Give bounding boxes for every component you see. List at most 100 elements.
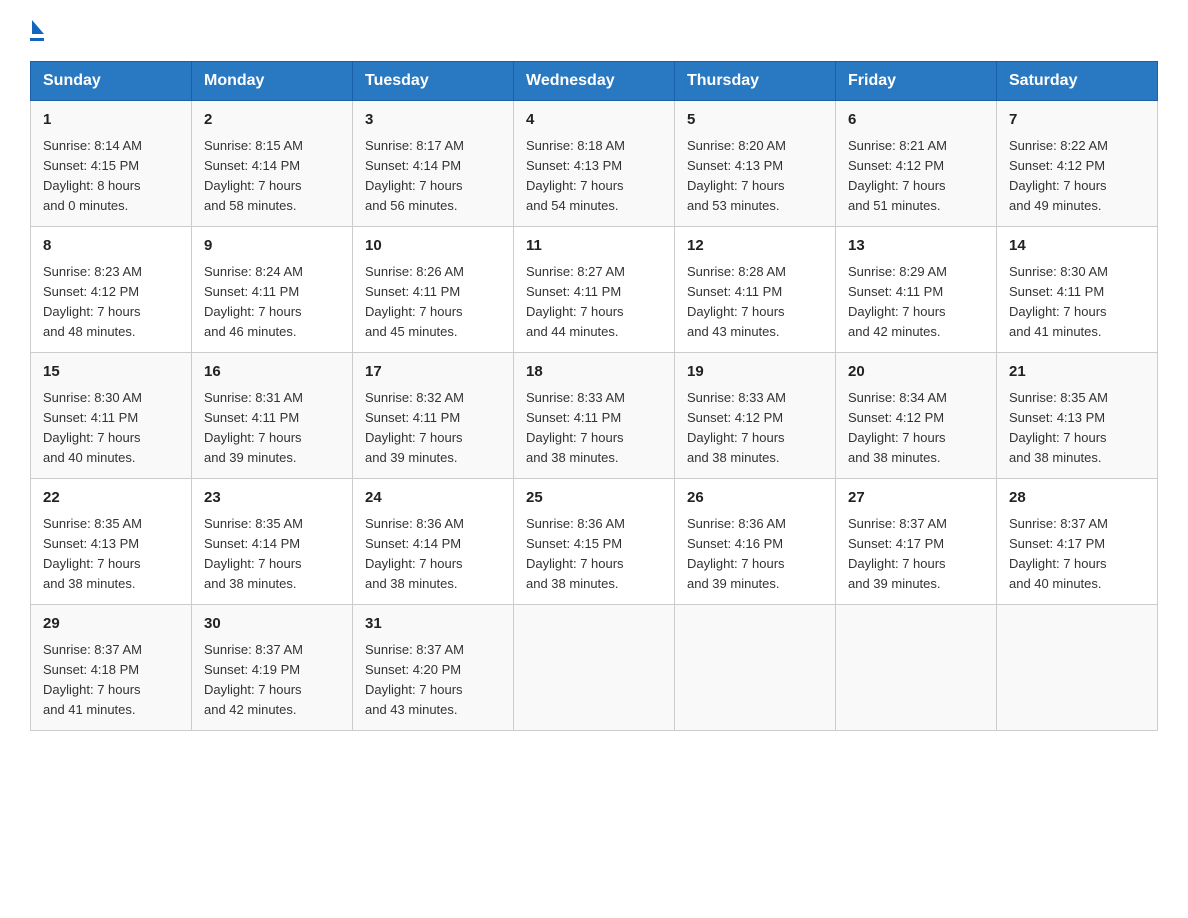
day-cell: 22 Sunrise: 8:35 AMSunset: 4:13 PMDaylig…	[31, 479, 192, 605]
day-number: 10	[365, 235, 501, 258]
day-cell	[675, 605, 836, 731]
day-number: 8	[43, 235, 179, 258]
day-info: Sunrise: 8:18 AMSunset: 4:13 PMDaylight:…	[526, 138, 625, 213]
day-info: Sunrise: 8:37 AMSunset: 4:17 PMDaylight:…	[1009, 516, 1108, 591]
day-cell: 26 Sunrise: 8:36 AMSunset: 4:16 PMDaylig…	[675, 479, 836, 605]
day-cell: 5 Sunrise: 8:20 AMSunset: 4:13 PMDayligh…	[675, 101, 836, 227]
calendar-table: SundayMondayTuesdayWednesdayThursdayFrid…	[30, 61, 1158, 731]
day-info: Sunrise: 8:33 AMSunset: 4:12 PMDaylight:…	[687, 390, 786, 465]
day-info: Sunrise: 8:37 AMSunset: 4:17 PMDaylight:…	[848, 516, 947, 591]
day-info: Sunrise: 8:30 AMSunset: 4:11 PMDaylight:…	[43, 390, 142, 465]
day-cell	[836, 605, 997, 731]
day-info: Sunrise: 8:34 AMSunset: 4:12 PMDaylight:…	[848, 390, 947, 465]
day-number: 3	[365, 109, 501, 132]
week-row-2: 8 Sunrise: 8:23 AMSunset: 4:12 PMDayligh…	[31, 227, 1158, 353]
week-row-4: 22 Sunrise: 8:35 AMSunset: 4:13 PMDaylig…	[31, 479, 1158, 605]
day-number: 21	[1009, 361, 1145, 384]
day-cell: 23 Sunrise: 8:35 AMSunset: 4:14 PMDaylig…	[192, 479, 353, 605]
day-cell: 27 Sunrise: 8:37 AMSunset: 4:17 PMDaylig…	[836, 479, 997, 605]
day-number: 5	[687, 109, 823, 132]
day-info: Sunrise: 8:28 AMSunset: 4:11 PMDaylight:…	[687, 264, 786, 339]
day-cell: 31 Sunrise: 8:37 AMSunset: 4:20 PMDaylig…	[353, 605, 514, 731]
week-row-1: 1 Sunrise: 8:14 AMSunset: 4:15 PMDayligh…	[31, 101, 1158, 227]
day-cell: 24 Sunrise: 8:36 AMSunset: 4:14 PMDaylig…	[353, 479, 514, 605]
day-info: Sunrise: 8:36 AMSunset: 4:15 PMDaylight:…	[526, 516, 625, 591]
day-cell: 16 Sunrise: 8:31 AMSunset: 4:11 PMDaylig…	[192, 353, 353, 479]
day-info: Sunrise: 8:36 AMSunset: 4:16 PMDaylight:…	[687, 516, 786, 591]
day-cell: 6 Sunrise: 8:21 AMSunset: 4:12 PMDayligh…	[836, 101, 997, 227]
day-info: Sunrise: 8:22 AMSunset: 4:12 PMDaylight:…	[1009, 138, 1108, 213]
day-number: 27	[848, 487, 984, 510]
day-number: 18	[526, 361, 662, 384]
day-cell: 3 Sunrise: 8:17 AMSunset: 4:14 PMDayligh…	[353, 101, 514, 227]
column-header-sunday: Sunday	[31, 62, 192, 101]
day-cell: 17 Sunrise: 8:32 AMSunset: 4:11 PMDaylig…	[353, 353, 514, 479]
day-cell: 13 Sunrise: 8:29 AMSunset: 4:11 PMDaylig…	[836, 227, 997, 353]
day-number: 26	[687, 487, 823, 510]
header-row: SundayMondayTuesdayWednesdayThursdayFrid…	[31, 62, 1158, 101]
day-number: 13	[848, 235, 984, 258]
day-info: Sunrise: 8:21 AMSunset: 4:12 PMDaylight:…	[848, 138, 947, 213]
week-row-3: 15 Sunrise: 8:30 AMSunset: 4:11 PMDaylig…	[31, 353, 1158, 479]
day-cell: 7 Sunrise: 8:22 AMSunset: 4:12 PMDayligh…	[997, 101, 1158, 227]
day-cell: 29 Sunrise: 8:37 AMSunset: 4:18 PMDaylig…	[31, 605, 192, 731]
day-number: 17	[365, 361, 501, 384]
day-cell: 12 Sunrise: 8:28 AMSunset: 4:11 PMDaylig…	[675, 227, 836, 353]
day-number: 4	[526, 109, 662, 132]
column-header-tuesday: Tuesday	[353, 62, 514, 101]
day-cell: 20 Sunrise: 8:34 AMSunset: 4:12 PMDaylig…	[836, 353, 997, 479]
day-number: 19	[687, 361, 823, 384]
day-info: Sunrise: 8:29 AMSunset: 4:11 PMDaylight:…	[848, 264, 947, 339]
day-info: Sunrise: 8:15 AMSunset: 4:14 PMDaylight:…	[204, 138, 303, 213]
column-header-friday: Friday	[836, 62, 997, 101]
day-info: Sunrise: 8:31 AMSunset: 4:11 PMDaylight:…	[204, 390, 303, 465]
day-info: Sunrise: 8:17 AMSunset: 4:14 PMDaylight:…	[365, 138, 464, 213]
day-info: Sunrise: 8:33 AMSunset: 4:11 PMDaylight:…	[526, 390, 625, 465]
column-header-saturday: Saturday	[997, 62, 1158, 101]
day-cell: 11 Sunrise: 8:27 AMSunset: 4:11 PMDaylig…	[514, 227, 675, 353]
day-number: 29	[43, 613, 179, 636]
day-info: Sunrise: 8:35 AMSunset: 4:13 PMDaylight:…	[43, 516, 142, 591]
day-number: 28	[1009, 487, 1145, 510]
page-header	[30, 20, 1158, 41]
day-cell: 8 Sunrise: 8:23 AMSunset: 4:12 PMDayligh…	[31, 227, 192, 353]
logo-underline	[30, 38, 44, 41]
day-number: 23	[204, 487, 340, 510]
logo	[30, 20, 44, 41]
day-number: 7	[1009, 109, 1145, 132]
day-number: 1	[43, 109, 179, 132]
day-number: 16	[204, 361, 340, 384]
day-number: 2	[204, 109, 340, 132]
day-info: Sunrise: 8:27 AMSunset: 4:11 PMDaylight:…	[526, 264, 625, 339]
day-cell: 10 Sunrise: 8:26 AMSunset: 4:11 PMDaylig…	[353, 227, 514, 353]
day-number: 11	[526, 235, 662, 258]
day-cell: 19 Sunrise: 8:33 AMSunset: 4:12 PMDaylig…	[675, 353, 836, 479]
day-cell: 15 Sunrise: 8:30 AMSunset: 4:11 PMDaylig…	[31, 353, 192, 479]
day-info: Sunrise: 8:24 AMSunset: 4:11 PMDaylight:…	[204, 264, 303, 339]
day-number: 24	[365, 487, 501, 510]
day-cell: 18 Sunrise: 8:33 AMSunset: 4:11 PMDaylig…	[514, 353, 675, 479]
day-cell: 28 Sunrise: 8:37 AMSunset: 4:17 PMDaylig…	[997, 479, 1158, 605]
day-number: 9	[204, 235, 340, 258]
day-info: Sunrise: 8:30 AMSunset: 4:11 PMDaylight:…	[1009, 264, 1108, 339]
day-number: 30	[204, 613, 340, 636]
day-cell: 21 Sunrise: 8:35 AMSunset: 4:13 PMDaylig…	[997, 353, 1158, 479]
day-cell	[997, 605, 1158, 731]
day-cell	[514, 605, 675, 731]
day-info: Sunrise: 8:37 AMSunset: 4:20 PMDaylight:…	[365, 642, 464, 717]
day-info: Sunrise: 8:35 AMSunset: 4:14 PMDaylight:…	[204, 516, 303, 591]
day-cell: 2 Sunrise: 8:15 AMSunset: 4:14 PMDayligh…	[192, 101, 353, 227]
logo-blue-part	[30, 20, 44, 36]
day-cell: 14 Sunrise: 8:30 AMSunset: 4:11 PMDaylig…	[997, 227, 1158, 353]
day-cell: 4 Sunrise: 8:18 AMSunset: 4:13 PMDayligh…	[514, 101, 675, 227]
column-header-wednesday: Wednesday	[514, 62, 675, 101]
day-info: Sunrise: 8:36 AMSunset: 4:14 PMDaylight:…	[365, 516, 464, 591]
day-number: 25	[526, 487, 662, 510]
day-number: 31	[365, 613, 501, 636]
day-cell: 30 Sunrise: 8:37 AMSunset: 4:19 PMDaylig…	[192, 605, 353, 731]
column-header-monday: Monday	[192, 62, 353, 101]
day-info: Sunrise: 8:14 AMSunset: 4:15 PMDaylight:…	[43, 138, 142, 213]
day-info: Sunrise: 8:23 AMSunset: 4:12 PMDaylight:…	[43, 264, 142, 339]
day-cell: 25 Sunrise: 8:36 AMSunset: 4:15 PMDaylig…	[514, 479, 675, 605]
day-number: 15	[43, 361, 179, 384]
